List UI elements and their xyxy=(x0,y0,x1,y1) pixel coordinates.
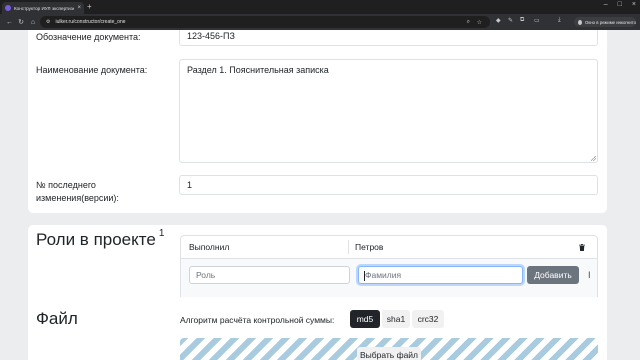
minimize-icon[interactable]: – xyxy=(604,1,608,8)
site-favicon-icon xyxy=(5,5,11,11)
maximize-icon[interactable]: □ xyxy=(618,1,622,8)
bookmark-star-icon[interactable]: ☆ xyxy=(477,19,482,26)
incognito-badge[interactable]: Окно в режиме инкогнито xyxy=(574,17,636,27)
browser-tab-bar: Конструктор ИУЛ экспертизн… × + – □ × xyxy=(0,0,640,14)
page-content: Обозначение документа: 123-456-ПЗ Наимен… xyxy=(0,30,640,360)
algo-crc32-button[interactable]: crc32 xyxy=(412,310,444,328)
surname-cell: Петров xyxy=(355,242,384,252)
download-icon[interactable]: ⤓ xyxy=(558,17,561,24)
revision-label-line2: изменения(версии): xyxy=(36,193,119,203)
trash-icon xyxy=(579,244,585,251)
role-input[interactable]: Роль xyxy=(189,266,350,284)
close-window-icon[interactable]: × xyxy=(632,1,636,8)
algo-sha1-button[interactable]: sha1 xyxy=(382,310,410,328)
choose-file-button[interactable]: Выбрать файл xyxy=(357,347,421,360)
checksum-algorithm-label: Алгоритм расчёта контрольной суммы: xyxy=(180,315,335,325)
sidepanel-icon[interactable]: ▭ xyxy=(534,17,540,24)
window-controls: – □ × xyxy=(604,1,636,8)
file-section-title: Файл xyxy=(36,309,78,328)
address-bar-row: ← ↻ ⌂ ⚙ iulker.ru/constructor/create_one… xyxy=(0,14,640,30)
browser-tab[interactable]: Конструктор ИУЛ экспертизн… × xyxy=(2,2,84,14)
new-tab-icon[interactable]: + xyxy=(87,2,92,12)
tab-title: Конструктор ИУЛ экспертизн… xyxy=(14,5,75,11)
url-field[interactable]: ⚙ iulker.ru/constructor/create_one ⌕ ☆ xyxy=(40,16,490,28)
resize-handle-icon[interactable] xyxy=(591,156,596,161)
add-role-button[interactable]: Добавить xyxy=(527,266,579,284)
roles-section-title: Роли в проекте 1 xyxy=(36,228,165,250)
revision-input[interactable]: 1 xyxy=(179,175,598,195)
table-row: Выполнил Петров xyxy=(181,236,597,259)
home-icon[interactable]: ⌂ xyxy=(30,19,36,26)
reload-icon[interactable]: ↻ xyxy=(18,18,24,26)
pen-icon[interactable]: ✎ xyxy=(508,17,513,24)
surname-input[interactable]: Фамилия I xyxy=(358,266,591,284)
document-name-value: Раздел 1. Пояснительная записка xyxy=(187,65,329,75)
site-info-icon[interactable]: ⚙ xyxy=(46,19,50,25)
delete-role-button[interactable] xyxy=(574,241,590,254)
roles-title-text: Роли в проекте xyxy=(36,230,156,249)
back-icon[interactable]: ← xyxy=(6,19,13,26)
incognito-icon xyxy=(578,19,583,25)
role-placeholder: Роль xyxy=(196,270,216,280)
designation-input[interactable]: 123-456-ПЗ xyxy=(179,30,598,46)
surname-placeholder: Фамилия xyxy=(365,270,402,280)
column-divider xyxy=(348,240,349,254)
document-name-textarea[interactable]: Раздел 1. Пояснительная записка xyxy=(179,59,598,163)
designation-value: 123-456-ПЗ xyxy=(187,30,235,41)
extensions-puzzle-icon[interactable]: ⧉ xyxy=(520,17,524,24)
revision-value: 1 xyxy=(187,180,193,190)
close-tab-icon[interactable]: × xyxy=(77,5,81,11)
document-name-label: Наименование документа: xyxy=(36,65,148,75)
search-icon[interactable]: ⌕ xyxy=(467,19,470,26)
incognito-label: Окно в режиме инкогнито xyxy=(585,19,636,25)
extension-icon[interactable]: ◆ xyxy=(496,17,501,24)
role-cell: Выполнил xyxy=(189,242,230,252)
designation-label: Обозначение документа: xyxy=(36,32,141,42)
algo-md5-button[interactable]: md5 xyxy=(350,310,380,328)
text-caret xyxy=(364,271,365,281)
revision-label-line1: № последнего xyxy=(36,180,96,190)
url-text: iulker.ru/constructor/create_one xyxy=(55,19,126,25)
roles-count: 1 xyxy=(158,228,165,240)
ibeam-cursor-icon: I xyxy=(588,270,591,280)
